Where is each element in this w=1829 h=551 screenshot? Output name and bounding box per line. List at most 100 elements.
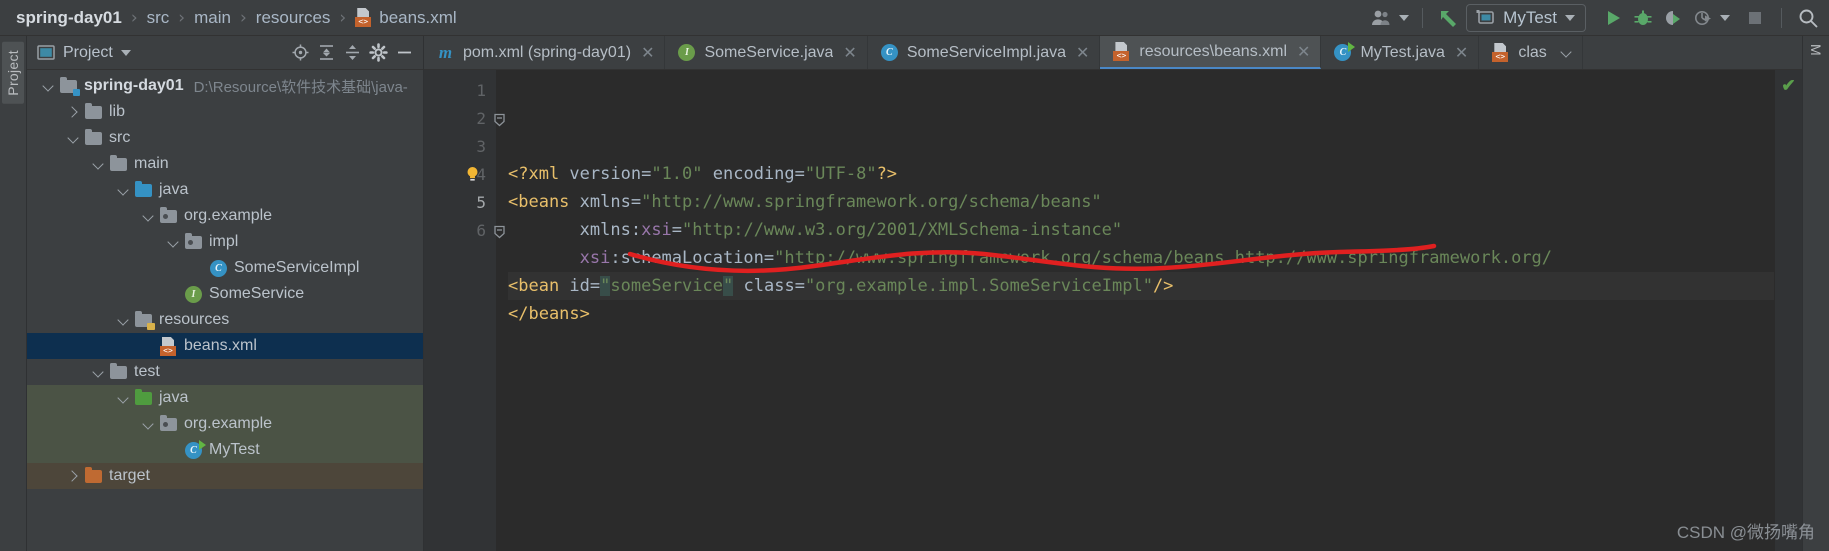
locate-file-icon[interactable] [287,40,313,66]
chevron-down-icon[interactable] [137,211,159,222]
chevron-right-icon[interactable] [62,471,84,482]
breadcrumb-item-file[interactable]: <> beans.xml [353,8,458,28]
tree-node-someservice[interactable]: I SomeService [27,281,423,307]
tree-node-label: MyTest [209,441,260,458]
settings-gear-icon[interactable] [365,40,391,66]
tree-node-beans.xml[interactable]: <> beans.xml [27,333,423,359]
intention-bulb-icon[interactable] [466,166,479,182]
tree-node-main[interactable]: main [27,151,423,177]
users-icon[interactable] [1369,5,1395,31]
code-line[interactable]: <?xml version="1.0" encoding="UTF-8"?> [508,160,1774,188]
chevron-down-icon[interactable] [112,315,134,326]
chevron-down-icon[interactable] [162,237,184,248]
tree-node-org.example[interactable]: org.example [27,203,423,229]
tree-node-someserviceimpl[interactable]: C SomeServiceImpl [27,255,423,281]
chevron-down-icon[interactable] [112,393,134,404]
tree-node-src[interactable]: src [27,125,423,151]
tree-node-java[interactable]: java [27,385,423,411]
run-config-chevron-down-icon[interactable] [1565,14,1575,21]
tree-node-mytest[interactable]: C MyTest [27,437,423,463]
editor-gutter[interactable]: 123456 [424,70,505,551]
code-token: = [763,248,775,268]
editor-tab-bar[interactable]: m pom.xml (spring-day01) ✕ I SomeService.jav… [424,36,1802,70]
hide-panel-icon[interactable] [391,40,417,66]
tree-node-test[interactable]: test [27,359,423,385]
code-editor[interactable]: 123456 <?xml version="1.0" encoding="UTF… [424,70,1802,551]
chevron-down-icon[interactable] [87,159,109,170]
code-token: <bean [508,276,570,296]
editor-tab-someserviceimpl.java[interactable]: C SomeServiceImpl.java ✕ [868,36,1101,69]
tree-node-resources[interactable]: resources [27,307,423,333]
gutter-line-number[interactable]: 4 [424,160,496,188]
chevron-down-icon[interactable] [137,419,159,430]
tree-node-label: main [134,155,169,172]
stop-icon[interactable] [1742,5,1768,31]
tool-window-button-project[interactable]: Project [2,42,24,104]
tree-node-label: spring-day01 [84,77,184,94]
breadcrumb[interactable]: spring-day01 › src › main › resources › … [14,8,459,28]
run-configuration-selector[interactable]: MyTest [1466,3,1586,32]
editor-tab-pom.xmlspringday01[interactable]: m pom.xml (spring-day01) ✕ [424,36,666,69]
gutter-line-number[interactable]: 2 [424,104,505,132]
code-token: = [671,220,683,240]
close-icon[interactable]: ✕ [1455,43,1468,62]
breadcrumb-separator: › [130,7,138,28]
update-project-arrow-icon[interactable] [1436,5,1462,31]
debug-bug-icon[interactable] [1630,5,1656,31]
tree-node-java[interactable]: java [27,177,423,203]
excluded-folder-icon [84,466,103,483]
breadcrumb-item-main[interactable]: main [192,8,233,28]
code-content[interactable]: <?xml version="1.0" encoding="UTF-8"?> <b… [496,70,1774,551]
profiler-chevron-down-icon[interactable] [1720,14,1730,21]
chevron-down-icon[interactable] [62,133,84,144]
gutter-line-number[interactable]: 1 [424,76,496,104]
chevron-right-icon[interactable] [62,107,84,118]
breadcrumb-item-project[interactable]: spring-day01 [14,8,124,28]
code-token: = [794,164,805,184]
code-line[interactable]: </beans> [508,300,1774,328]
code-line[interactable]: <bean id="someService" class="org.exampl… [508,272,1774,300]
tree-node-impl[interactable]: impl [27,229,423,255]
collapse-all-icon[interactable] [339,40,365,66]
run-with-coverage-icon[interactable] [1660,5,1686,31]
run-icon[interactable] [1600,5,1626,31]
editor-tab-clas[interactable]: <> clas [1479,36,1583,69]
users-chevron-down-icon[interactable] [1399,14,1410,21]
code-line[interactable]: <beans xmlns="http://www.springframework… [508,188,1774,216]
chevron-down-icon[interactable] [112,185,134,196]
gutter-line-number[interactable]: 6 [424,216,505,244]
profiler-icon[interactable] [1690,5,1716,31]
tree-node-target[interactable]: target [27,463,423,489]
tree-node-org.example[interactable]: org.example [27,411,423,437]
gutter-line-number[interactable]: 5 [424,188,496,216]
tree-node-lib[interactable]: lib [27,99,423,125]
chevron-down-icon[interactable] [37,81,59,92]
expand-all-icon[interactable] [313,40,339,66]
breadcrumb-item-src[interactable]: src [145,8,172,28]
tree-node-label: org.example [184,415,273,432]
chevron-down-icon[interactable] [87,367,109,378]
close-icon[interactable]: ✕ [641,43,654,62]
inspection-strip[interactable]: ✔ [1774,70,1802,551]
close-icon[interactable]: ✕ [1076,43,1089,62]
tabs-overflow-chevron-down-icon[interactable] [1561,47,1572,58]
close-icon[interactable]: ✕ [1297,42,1310,61]
editor-tab-someservice.java[interactable]: I SomeService.java ✕ [665,36,868,69]
project-tree[interactable]: spring-day01 D:\Resource\软件技术基础\java-lib s… [27,70,423,551]
tool-window-button-maven[interactable]: M [1808,44,1824,56]
class-icon: C [209,259,228,277]
editor-tab-mytest.java[interactable]: C MyTest.java ✕ [1321,36,1480,69]
breadcrumb-item-resources[interactable]: resources [254,8,333,28]
gutter-line-number[interactable]: 3 [424,132,496,160]
code-token: xsi [579,248,611,268]
editor-tab-resourcesbeans.xml[interactable]: <> resources\beans.xml ✕ [1100,36,1322,69]
project-view-chevron-down-icon[interactable] [120,49,131,56]
close-icon[interactable]: ✕ [843,43,856,62]
code-line[interactable]: xmlns:xsi="http://www.w3.org/2001/XMLSch… [508,216,1774,244]
code-line[interactable]: xsi:schemaLocation="http://www.springfra… [508,244,1774,272]
search-everywhere-icon[interactable] [1795,5,1821,31]
breadcrumb-separator: › [178,7,186,28]
tree-node-spring-day01[interactable]: spring-day01 D:\Resource\软件技术基础\java- [27,73,423,99]
